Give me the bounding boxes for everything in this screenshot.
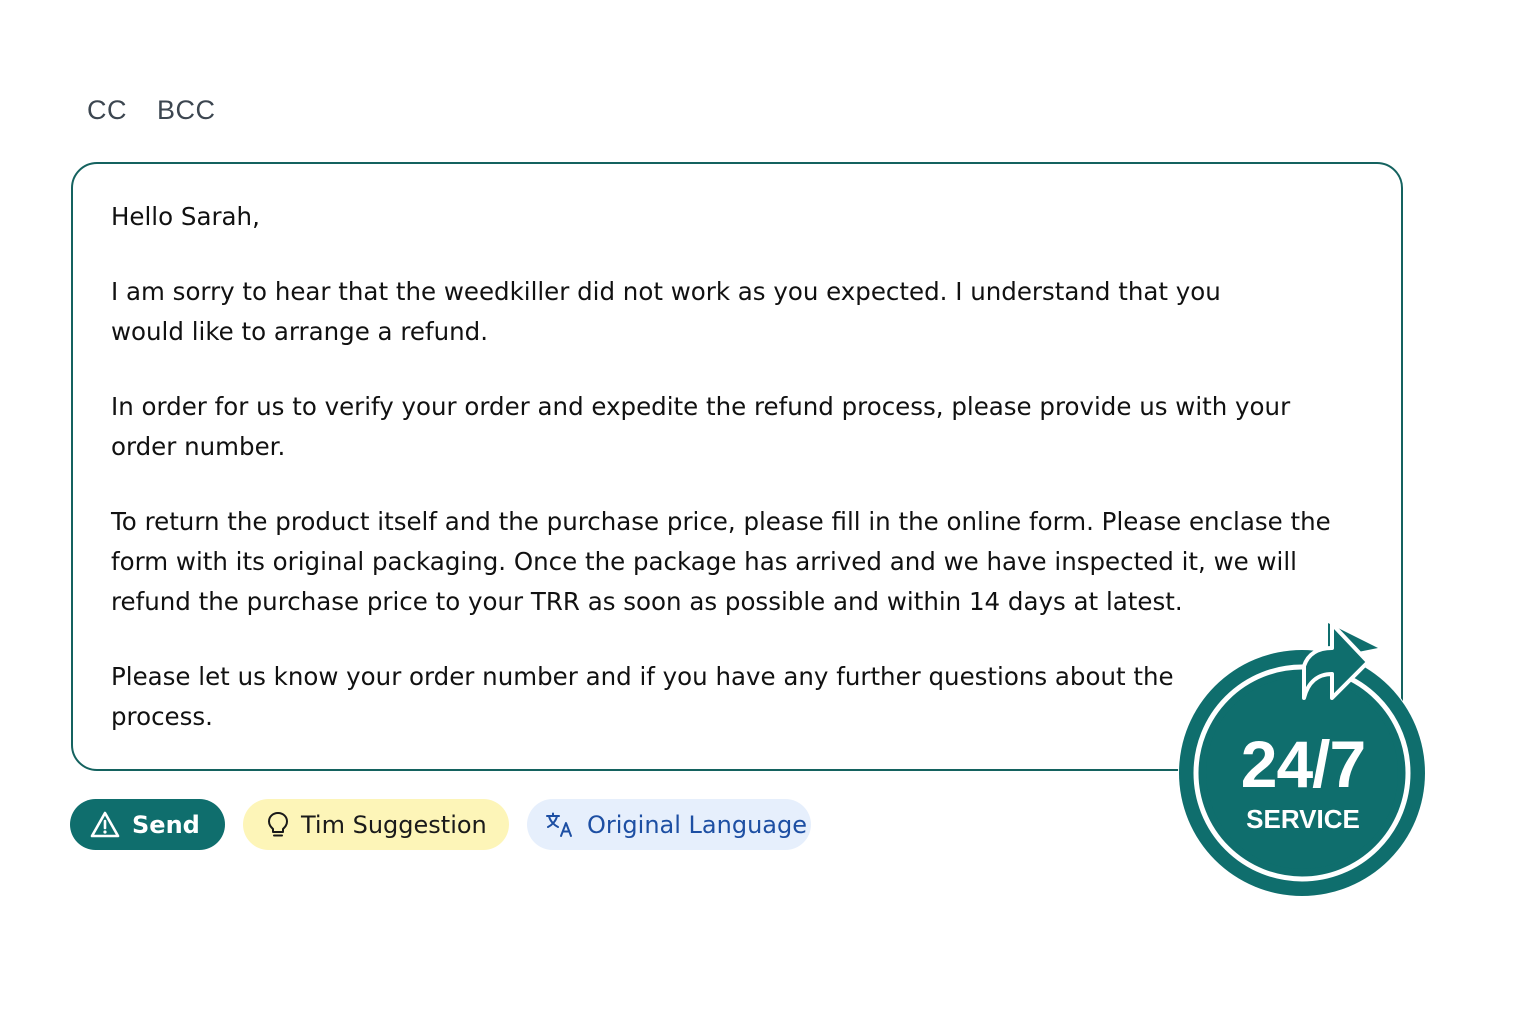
tim-suggestion-label: Tim Suggestion <box>301 810 487 839</box>
action-bar: Send Tim Suggestion Original Language <box>70 799 811 850</box>
message-paragraph: In order for us to verify your order and… <box>111 392 1291 461</box>
send-button[interactable]: Send <box>70 799 225 850</box>
original-language-button[interactable]: Original Language <box>527 799 811 850</box>
message-paragraph: To return the product itself and the pur… <box>111 507 1331 616</box>
translate-icon <box>545 812 575 838</box>
badge-label: SERVICE <box>1246 804 1360 834</box>
message-paragraph: I am sorry to hear that the weedkiller d… <box>111 277 1221 346</box>
service-badge: 24/7 SERVICE <box>1168 618 1438 908</box>
badge-number: 24/7 <box>1240 727 1366 801</box>
cc-link[interactable]: CC <box>87 95 127 126</box>
greeting: Hello Sarah, <box>111 202 260 231</box>
original-language-label: Original Language <box>587 810 807 839</box>
recipient-options: CC BCC <box>87 95 216 126</box>
warning-triangle-icon <box>90 811 120 839</box>
send-button-label: Send <box>132 810 200 839</box>
tim-suggestion-button[interactable]: Tim Suggestion <box>243 799 509 850</box>
bcc-link[interactable]: BCC <box>157 95 216 126</box>
message-paragraph: Please let us know your order number and… <box>111 662 1174 731</box>
lightbulb-icon <box>267 811 289 839</box>
